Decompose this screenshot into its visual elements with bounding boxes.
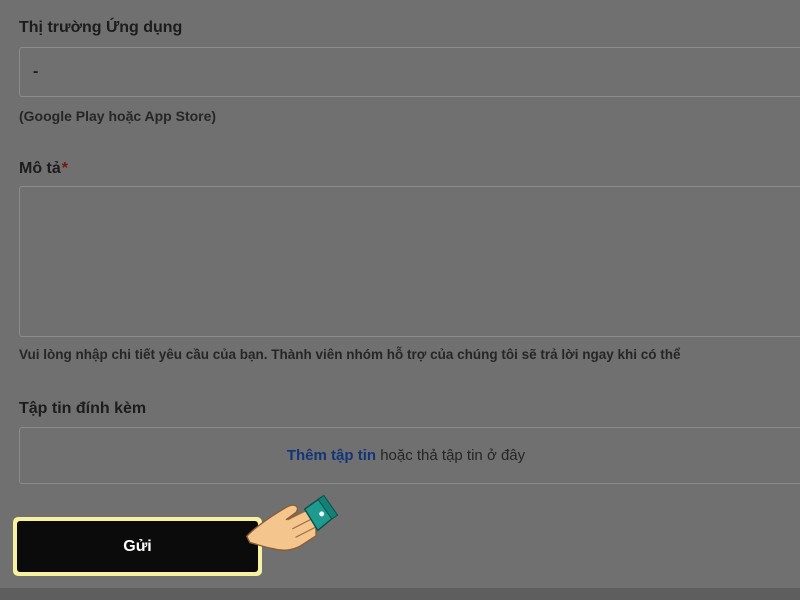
drop-files-text: hoặc thả tập tin ở đây <box>376 447 526 464</box>
submit-button-highlight: Gửi <box>13 517 262 576</box>
required-asterisk: * <box>61 160 69 177</box>
pointing-hand-icon <box>246 494 339 551</box>
description-hint: Vui lòng nhập chi tiết yêu cầu của bạn. … <box>19 347 681 362</box>
bottom-divider <box>0 588 800 600</box>
add-file-link[interactable]: Thêm tập tin <box>287 447 376 464</box>
app-market-select[interactable]: - <box>19 47 800 97</box>
attachment-dropzone-text: Thêm tập tin hoặc thả tập tin ở đây <box>12 447 800 464</box>
attachments-label: Tập tin đính kèm <box>19 400 147 417</box>
description-textarea[interactable] <box>19 186 800 337</box>
attachment-dropzone[interactable]: Thêm tập tin hoặc thả tập tin ở đây <box>19 427 800 484</box>
app-market-selected-value: - <box>33 63 39 80</box>
description-label-text: Mô tả <box>19 160 61 177</box>
app-market-label: Thị trường Ứng dụng <box>19 19 183 36</box>
description-label: Mô tả* <box>19 160 68 178</box>
support-request-form: Thị trường Ứng dụng - (Google Play hoặc … <box>0 0 800 588</box>
submit-button[interactable]: Gửi <box>17 521 258 572</box>
app-market-hint: (Google Play hoặc App Store) <box>19 108 217 124</box>
